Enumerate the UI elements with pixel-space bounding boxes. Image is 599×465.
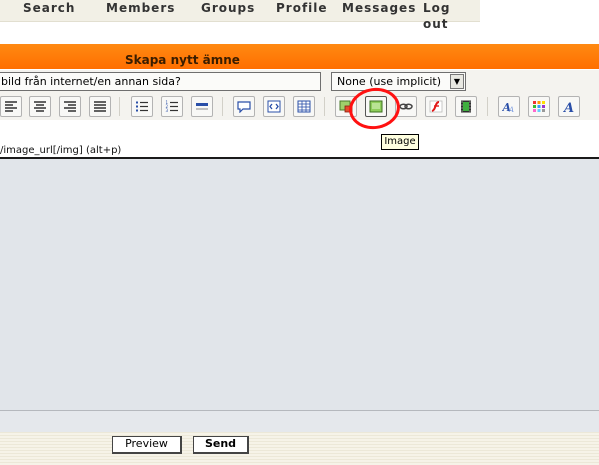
top-navigation: Search Members Groups Profile Messages L… [0, 0, 480, 31]
toolbar-separator [324, 97, 325, 116]
nav-members[interactable]: Members [106, 0, 175, 16]
align-left-icon[interactable] [0, 96, 22, 117]
nav-profile[interactable]: Profile [276, 0, 328, 16]
send-button[interactable]: Send [193, 436, 249, 454]
nav-search[interactable]: Search [23, 0, 75, 16]
chevron-down-icon[interactable]: ▼ [450, 74, 464, 89]
flash-icon[interactable] [425, 96, 447, 117]
form-footer [0, 432, 599, 465]
color-palette-icon[interactable] [528, 96, 550, 117]
nav-groups[interactable]: Groups [201, 0, 255, 16]
align-center-icon[interactable] [29, 96, 51, 117]
preview-button[interactable]: Preview [112, 436, 182, 454]
panel-header [0, 44, 599, 69]
table-icon[interactable] [293, 96, 315, 117]
toolbar-separator [119, 97, 120, 116]
editor-bottom-bar [0, 410, 599, 432]
code-icon[interactable] [263, 96, 285, 117]
toolbar-separator [222, 97, 223, 116]
image-tooltip: Image [381, 134, 419, 150]
numbered-list-icon[interactable]: 123 [161, 96, 183, 117]
font-size-icon[interactable]: A [558, 96, 580, 117]
font-face-icon[interactable]: AA [498, 96, 520, 117]
image-description-input[interactable]: bild från internet/en annan sida? [0, 72, 321, 91]
svg-text:A: A [562, 101, 574, 113]
message-textarea[interactable] [0, 157, 599, 410]
video-icon[interactable] [455, 96, 477, 117]
justify-icon[interactable] [89, 96, 111, 117]
toolbar-separator [487, 97, 488, 116]
bulleted-list-icon[interactable] [131, 96, 153, 117]
format-select[interactable]: None (use implicit) ▼ [331, 72, 466, 91]
svg-text:A: A [508, 106, 514, 113]
svg-text:3: 3 [166, 108, 169, 113]
page-title: Skapa nytt ämne [125, 53, 240, 67]
help-hint: /image_url[/img] (alt+p) [0, 145, 122, 156]
align-right-icon[interactable] [59, 96, 81, 117]
quote-icon[interactable] [233, 96, 255, 117]
format-select-value: None (use implicit) [337, 75, 442, 88]
nav-logout[interactable]: Log out [423, 0, 480, 32]
horizontal-rule-icon[interactable] [191, 96, 213, 117]
nav-messages[interactable]: Messages [342, 0, 416, 16]
